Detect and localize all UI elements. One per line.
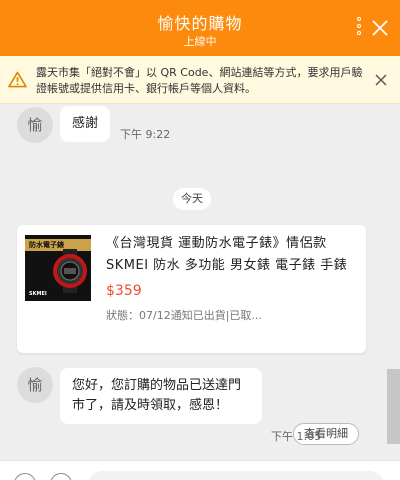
message-input[interactable] <box>88 471 384 480</box>
product-name[interactable]: 《台灣現貨 運動防水電子錶》情侶款 SKMEI 防水 多功能 男女錶 電子錶 手… <box>106 233 360 277</box>
close-icon[interactable] <box>375 74 387 86</box>
chat-scrollbar[interactable] <box>387 369 400 444</box>
message-bubble: 感謝 <box>60 106 111 142</box>
order-status: 狀態：07/12通知已出貨|已取... <box>106 309 262 322</box>
emoji-icon[interactable] <box>14 473 36 480</box>
avatar[interactable]: 愉 <box>17 367 53 403</box>
warning-text: 露天市集「絕對不會」以 QR Code、網站連結等方式，要求用戶驗證帳號或提供信… <box>36 66 363 95</box>
message-composer <box>0 460 400 480</box>
close-icon[interactable] <box>370 18 390 38</box>
order-card[interactable]: 防水電子錶 SKMEI 《台灣現貨 運動防水電子錶》情侶款 SKMEI 防水 多… <box>17 225 366 445</box>
product-image-brand: SKMEI <box>29 291 47 297</box>
product-price: $359 <box>106 283 142 299</box>
message-bubble: 您好，您訂購的物品已送達門市了，請及時領取，感恩！ <box>60 368 262 424</box>
chat-header: 愉快的購物 上線中 <box>0 0 400 56</box>
message-time: 下午 1:05 <box>271 430 322 443</box>
more-vertical-icon[interactable] <box>352 17 366 39</box>
security-warning-banner: 露天市集「絕對不會」以 QR Code、網站連結等方式，要求用戶驗證帳號或提供信… <box>0 56 400 104</box>
chat-messages[interactable]: 愉 感謝 下午 9:22 今天 防水電子錶 SKMEI 《台灣現貨 運動防水電子… <box>0 104 400 460</box>
attachment-icon[interactable] <box>50 473 72 480</box>
avatar[interactable]: 愉 <box>17 107 53 143</box>
warning-triangle-icon <box>8 71 27 88</box>
message-text: 感謝 <box>72 116 99 131</box>
message-time: 下午 9:22 <box>120 128 171 141</box>
date-separator: 今天 <box>173 188 211 210</box>
watch-icon <box>53 249 87 293</box>
product-image[interactable]: 防水電子錶 SKMEI <box>25 235 91 301</box>
chat-title: 愉快的購物 <box>157 14 243 33</box>
online-status: 上線中 <box>183 35 217 48</box>
message-text: 您好，您訂購的物品已送達門市了，請及時領取，感恩！ <box>72 378 242 413</box>
